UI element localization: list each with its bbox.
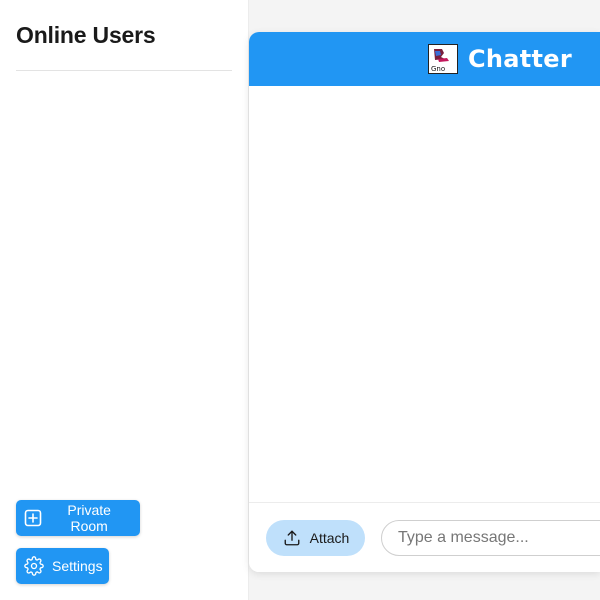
sidebar-divider (16, 70, 232, 71)
svg-text:Gno: Gno (431, 65, 445, 72)
private-room-button[interactable]: Private Room (16, 500, 140, 536)
message-list (249, 86, 600, 502)
gear-icon (24, 556, 44, 576)
settings-button[interactable]: Settings (16, 548, 109, 584)
brand-title: Chatter (467, 45, 572, 73)
private-room-label: Private Room (67, 502, 111, 534)
attach-label: Attach (309, 530, 350, 546)
online-users-list (16, 80, 232, 480)
chat-header: Gno Chatter (249, 32, 600, 86)
chat-panel: Gno Chatter Attach (249, 32, 600, 572)
message-composer: Attach (249, 502, 600, 572)
plus-square-icon (24, 508, 42, 528)
sidebar-title: Online Users (16, 22, 156, 48)
message-input[interactable] (381, 520, 600, 556)
upload-icon (282, 528, 302, 548)
attach-button[interactable]: Attach (266, 520, 365, 556)
sidebar: Online Users Private Room Settings (0, 0, 249, 600)
logo-image: Gno (427, 44, 458, 74)
settings-label: Settings (52, 558, 103, 574)
